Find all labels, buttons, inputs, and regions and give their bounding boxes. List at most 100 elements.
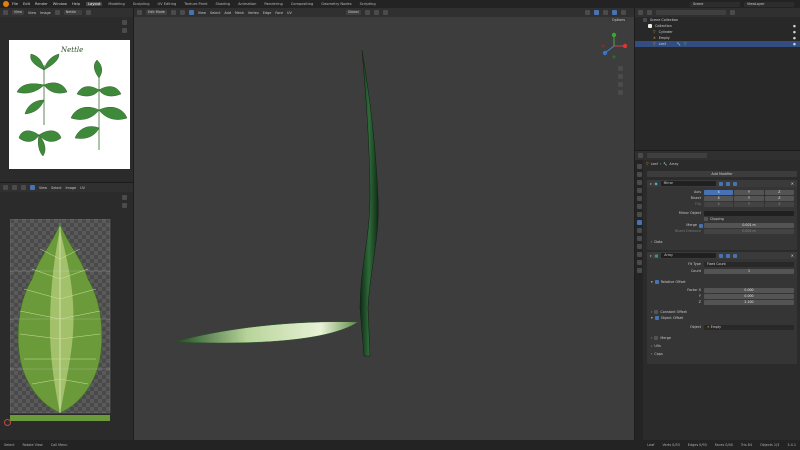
editor-type-icon[interactable]: [638, 153, 643, 158]
uvs-subpanel[interactable]: › UVs: [651, 344, 661, 348]
merge-distance-field[interactable]: 0.001 m: [704, 223, 794, 228]
menu-file[interactable]: File: [12, 2, 18, 6]
count-field[interactable]: 1: [704, 269, 794, 274]
constant-offset-checkbox[interactable]: [654, 310, 659, 314]
object-offset-checkbox[interactable]: [654, 316, 659, 320]
world-tab-icon[interactable]: [636, 204, 642, 209]
caps-subpanel[interactable]: › Caps: [651, 352, 663, 356]
eye-icon[interactable]: ●: [793, 36, 796, 40]
hand-icon[interactable]: [122, 203, 127, 208]
object-field[interactable]: ✕ Empty: [704, 325, 794, 330]
editor-type-icon[interactable]: [3, 185, 8, 190]
filter-icon[interactable]: [730, 10, 735, 15]
outliner-row-selected[interactable]: ▽ Leaf 🔧 ▽ ●: [635, 41, 800, 47]
render-toggle-icon[interactable]: [733, 253, 738, 258]
uv-menu-image[interactable]: Image: [66, 186, 77, 190]
flip-x-button[interactable]: X: [704, 202, 734, 207]
scene-selector[interactable]: Scene: [690, 1, 740, 7]
menu-help[interactable]: Help: [72, 2, 80, 6]
properties-search-input[interactable]: [647, 153, 707, 158]
relative-offset-checkbox[interactable]: [654, 280, 659, 284]
flip-y-button[interactable]: Y: [734, 202, 764, 207]
eye-icon[interactable]: ●: [793, 30, 796, 34]
material-tab-icon[interactable]: [636, 260, 642, 265]
edit-mode-toggle-icon[interactable]: [719, 253, 724, 258]
relative-offset-subpanel[interactable]: ▾ Relative Offset: [651, 280, 686, 284]
collapse-icon[interactable]: ▾: [650, 254, 652, 258]
texture-tab-icon[interactable]: [636, 268, 642, 273]
outliner-search-input[interactable]: [656, 10, 726, 15]
tab-scripting[interactable]: Scripting: [358, 2, 378, 6]
merge-checkbox[interactable]: [654, 336, 659, 340]
flip-z-button[interactable]: Z: [764, 202, 794, 207]
select-mode-vertex-icon[interactable]: [12, 185, 17, 190]
viewport-toggle-icon[interactable]: [725, 181, 730, 186]
image-editor-menu-image[interactable]: Image: [40, 11, 51, 15]
modifier-tab-icon[interactable]: [636, 220, 642, 225]
select-mode-edge-icon[interactable]: [21, 185, 26, 190]
constraints-tab-icon[interactable]: [636, 244, 642, 249]
particles-tab-icon[interactable]: [636, 228, 642, 233]
tab-compositing[interactable]: Compositing: [289, 2, 316, 6]
factor-y-field[interactable]: 0.000: [704, 294, 794, 299]
add-modifier-button[interactable]: Add Modifier: [647, 171, 797, 177]
image-editor-menu-view-2[interactable]: View: [28, 11, 36, 15]
physics-tab-icon[interactable]: [636, 236, 642, 241]
bisect-x-button[interactable]: X: [704, 196, 734, 201]
view-layer-tab-icon[interactable]: [636, 188, 642, 193]
view-layer-selector[interactable]: ViewLayer: [744, 1, 794, 7]
fit-type-dropdown[interactable]: Fixed Count: [704, 262, 794, 267]
merge-checkbox[interactable]: [699, 223, 703, 228]
edit-mode-toggle-icon[interactable]: [718, 181, 723, 186]
close-icon[interactable]: ✕: [791, 253, 794, 258]
object-offset-subpanel[interactable]: ▾ Object Offset: [651, 316, 683, 320]
data-subpanel[interactable]: › Data: [651, 240, 662, 244]
tab-layout[interactable]: Layout: [86, 2, 103, 6]
axis-y-button[interactable]: Y: [734, 190, 764, 195]
uv-menu-view[interactable]: View: [39, 186, 47, 190]
editor-type-icon[interactable]: [3, 10, 8, 15]
mirror-object-field[interactable]: [704, 211, 794, 216]
bisect-distance-field[interactable]: 0.001 m: [704, 229, 794, 234]
array-name-field[interactable]: Array: [661, 253, 717, 258]
clipping-row[interactable]: Clipping: [704, 217, 724, 221]
data-tab-icon[interactable]: [636, 252, 642, 257]
image-name-field[interactable]: Nettle: [63, 10, 82, 15]
image-editor-menu-view[interactable]: View: [12, 10, 25, 15]
constant-offset-subpanel[interactable]: › Constant Offset: [651, 310, 687, 314]
axis-z-button[interactable]: Z: [764, 190, 794, 195]
factor-z-field[interactable]: 2.100: [704, 300, 794, 305]
clipping-checkbox[interactable]: [704, 217, 708, 221]
mirror-name-field[interactable]: Mirror: [660, 181, 716, 186]
eye-icon[interactable]: ●: [793, 42, 796, 46]
menu-edit[interactable]: Edit: [23, 2, 30, 6]
object-tab-icon[interactable]: [636, 212, 642, 217]
hand-icon[interactable]: [122, 28, 127, 33]
render-tab-icon[interactable]: [636, 172, 642, 177]
tab-rendering[interactable]: Rendering: [262, 2, 284, 6]
display-mode-icon[interactable]: [647, 10, 652, 15]
menu-window[interactable]: Window: [53, 2, 67, 6]
tab-geometry-nodes[interactable]: Geometry Nodes: [319, 2, 353, 6]
tool-tab-icon[interactable]: [636, 164, 642, 169]
close-icon[interactable]: [85, 10, 91, 15]
tab-shading[interactable]: Shading: [213, 2, 232, 6]
render-toggle-icon[interactable]: [732, 181, 737, 186]
merge-subpanel[interactable]: › Merge: [651, 336, 671, 340]
3d-viewport[interactable]: Edit Mode View Select Add Mesh Vertex Ed…: [134, 8, 634, 440]
axis-x-button[interactable]: X: [704, 190, 734, 195]
tab-uv-editing[interactable]: UV Editing: [156, 2, 179, 6]
bisect-y-button[interactable]: Y: [734, 196, 764, 201]
tab-modeling[interactable]: Modeling: [106, 2, 126, 6]
tab-sculpting[interactable]: Sculpting: [131, 2, 152, 6]
menu-render[interactable]: Render: [35, 2, 48, 6]
output-tab-icon[interactable]: [636, 180, 642, 185]
eye-icon[interactable]: ●: [793, 24, 796, 28]
2d-cursor-icon[interactable]: [4, 419, 11, 426]
collapse-icon[interactable]: ▾: [650, 182, 652, 186]
close-icon[interactable]: ✕: [791, 181, 794, 186]
mirror-modifier-header[interactable]: ▾ ◆ Mirror ✕: [647, 180, 797, 187]
zoom-icon[interactable]: [122, 195, 127, 200]
viewport-toggle-icon[interactable]: [726, 253, 731, 258]
blender-logo-icon[interactable]: [3, 1, 9, 7]
